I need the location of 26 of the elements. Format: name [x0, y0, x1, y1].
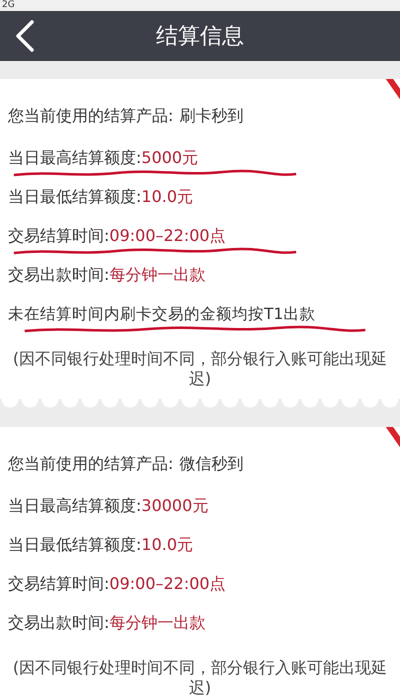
field-value: 每分钟一出款	[109, 265, 206, 284]
product-label: 您当前使用的结算产品:	[8, 454, 174, 473]
field-value: 10.0元	[141, 535, 194, 554]
page-title: 结算信息	[156, 23, 245, 51]
field-label: 当日最高结算额度:	[8, 496, 142, 515]
field-value: 09:00–22:00点	[109, 574, 226, 593]
field-label: 交易出款时间:	[8, 265, 110, 284]
footnote-text: (因不同银行处理时间不同，部分银行入账可能出现延迟)	[12, 658, 388, 698]
product-value: 微信秒到	[179, 454, 244, 473]
field-value: 5000元	[141, 148, 198, 167]
network-label: 2G	[2, 0, 15, 11]
field-value: 10.0元	[141, 187, 194, 206]
back-icon[interactable]	[14, 19, 36, 53]
product-value: 刷卡秒到	[179, 106, 244, 125]
footnote-text: (因不同银行处理时间不同，部分银行入账可能出现延迟)	[12, 349, 388, 389]
note-text: 未在结算时间内刷卡交易的金额均按T1出款	[8, 305, 316, 323]
product-label: 您当前使用的结算产品:	[8, 106, 174, 125]
field-label: 当日最高结算额度:	[8, 148, 142, 167]
field-label: 当日最低结算额度:	[8, 535, 142, 554]
field-label: 交易结算时间:	[8, 226, 110, 245]
field-value: 每分钟一出款	[109, 613, 206, 632]
field-label: 交易结算时间:	[8, 574, 110, 593]
field-value: 30000元	[141, 496, 208, 515]
field-label: 当日最低结算额度:	[8, 187, 142, 206]
field-label: 交易出款时间:	[8, 613, 110, 632]
field-value: 09:00–22:00点	[109, 226, 226, 245]
